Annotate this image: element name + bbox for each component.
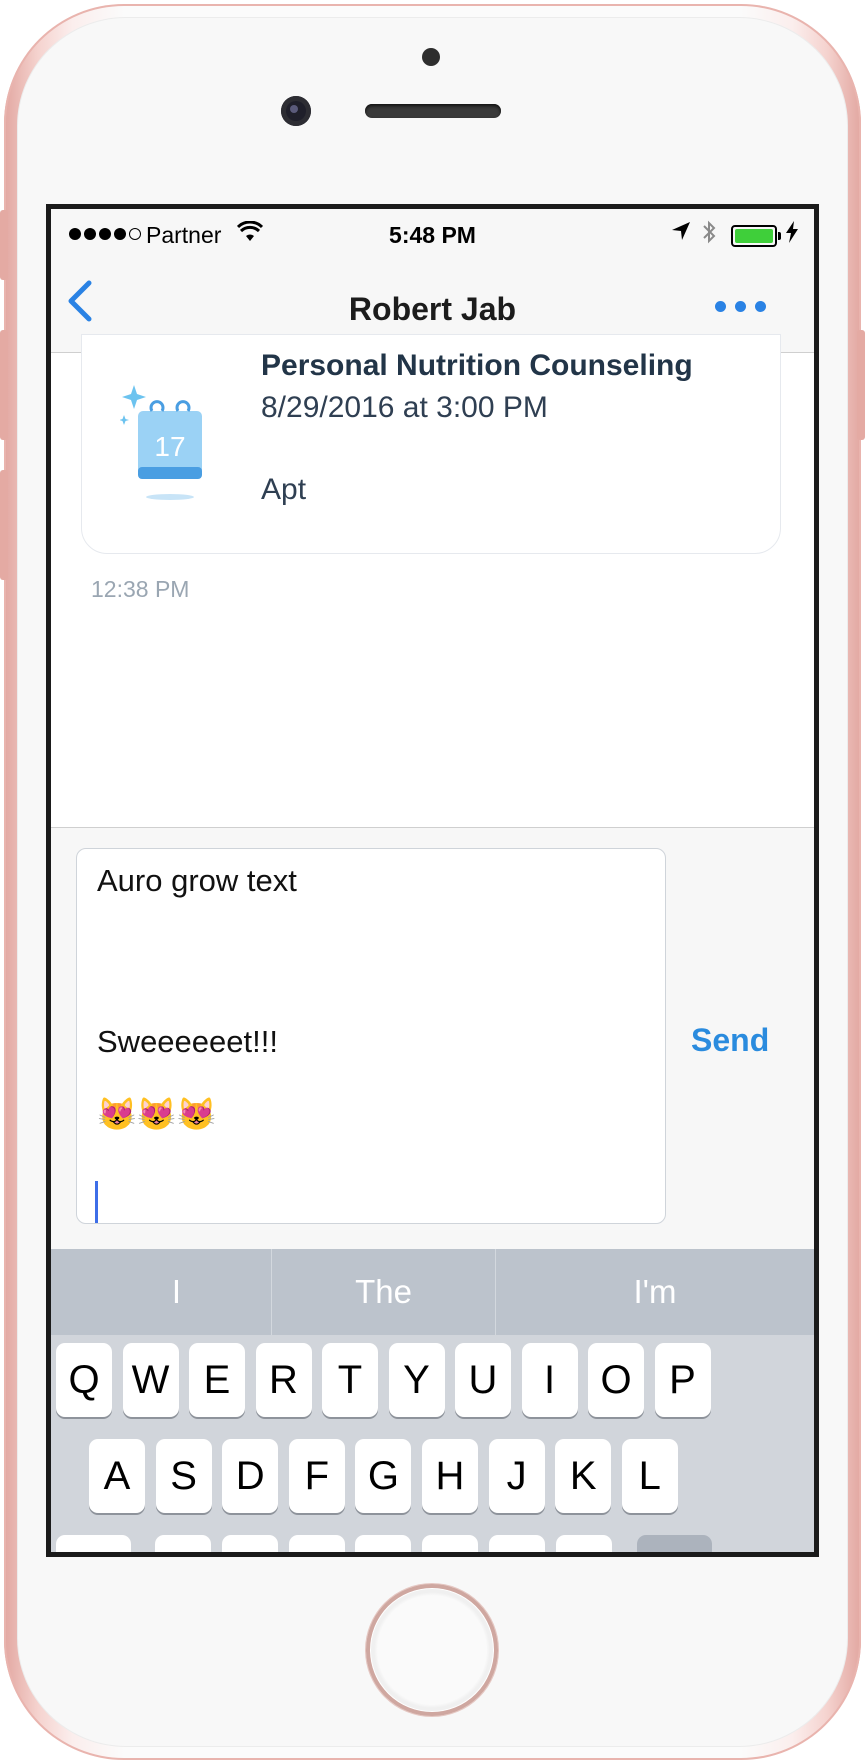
key-b[interactable]: B: [422, 1535, 479, 1552]
volume-up-button: [0, 330, 8, 440]
key-v[interactable]: V: [355, 1535, 412, 1552]
predictive-bar: I The I'm: [51, 1249, 814, 1335]
key-k[interactable]: K: [555, 1439, 612, 1513]
mute-switch: [0, 210, 8, 280]
message-input[interactable]: Auro grow text Sweeeeeet!!! 😻😻😻: [76, 848, 666, 1224]
key-m[interactable]: M: [555, 1535, 612, 1552]
suggestion-3[interactable]: I'm: [496, 1249, 814, 1335]
emoji-line: 😻😻😻: [97, 1095, 217, 1133]
key-x[interactable]: X: [221, 1535, 278, 1552]
key-w[interactable]: W: [122, 1343, 179, 1417]
key-r[interactable]: R: [255, 1343, 312, 1417]
key-z[interactable]: Z: [155, 1535, 211, 1552]
key-f[interactable]: F: [288, 1439, 345, 1513]
key-i[interactable]: I: [521, 1343, 578, 1417]
home-button[interactable]: [366, 1584, 498, 1716]
key-s[interactable]: S: [155, 1439, 212, 1513]
status-bar: Partner 5:48 PM: [51, 209, 814, 265]
location-arrow-icon: [671, 221, 691, 247]
screen: Partner 5:48 PM Robert Jab 17 Personal N…: [46, 204, 819, 1557]
appointment-title: Personal Nutrition Counseling: [261, 349, 693, 382]
delete-icon[interactable]: [637, 1535, 712, 1552]
message-composer: Auro grow text Sweeeeeet!!! 😻😻😻 Send: [51, 827, 814, 1249]
key-o[interactable]: O: [588, 1343, 644, 1417]
send-button[interactable]: Send: [691, 1022, 769, 1059]
message-timestamp: 12:38 PM: [91, 576, 190, 602]
key-a[interactable]: A: [89, 1439, 145, 1513]
message-line-1: Auro grow text: [97, 863, 297, 898]
shift-icon[interactable]: [56, 1535, 131, 1552]
key-g[interactable]: G: [355, 1439, 412, 1513]
key-l[interactable]: L: [621, 1439, 678, 1513]
key-j[interactable]: J: [488, 1439, 545, 1513]
text-caret: [95, 1181, 98, 1223]
appointment-datetime: 8/29/2016 at 3:00 PM: [261, 391, 548, 424]
power-button: [857, 330, 865, 440]
suggestion-1[interactable]: I: [51, 1249, 302, 1335]
calendar-icon: 17: [119, 375, 220, 500]
bluetooth-icon: [701, 219, 717, 251]
appointment-note: Apt: [261, 473, 307, 506]
key-n[interactable]: N: [489, 1535, 545, 1552]
message-line-2: Sweeeeeet!!!: [97, 1024, 278, 1059]
proximity-sensor: [422, 48, 440, 66]
message-thread[interactable]: 17 Personal Nutrition Counseling 8/29/20…: [51, 334, 814, 827]
key-p[interactable]: P: [654, 1343, 711, 1417]
conversation-title: Robert Jab: [348, 291, 517, 327]
key-c[interactable]: C: [288, 1535, 345, 1552]
key-q[interactable]: Q: [56, 1343, 112, 1417]
key-d[interactable]: D: [222, 1439, 279, 1513]
volume-down-button: [0, 470, 8, 580]
key-e[interactable]: E: [189, 1343, 245, 1417]
front-camera: [281, 96, 311, 126]
key-h[interactable]: H: [422, 1439, 478, 1513]
earpiece-speaker: [365, 104, 501, 118]
charging-bolt-icon: [786, 221, 798, 249]
key-u[interactable]: U: [455, 1343, 511, 1417]
battery-icon: [731, 225, 781, 247]
more-options-icon[interactable]: [715, 301, 766, 312]
key-t[interactable]: T: [322, 1343, 378, 1417]
appointment-card[interactable]: 17 Personal Nutrition Counseling 8/29/20…: [81, 334, 781, 554]
suggestion-2[interactable]: The: [272, 1249, 495, 1335]
calendar-day-text: 17: [154, 431, 185, 462]
key-y[interactable]: Y: [388, 1343, 445, 1417]
status-time: 5:48 PM: [389, 222, 476, 248]
heart-eyes-cat-emoji: 😻😻😻: [97, 1096, 217, 1132]
